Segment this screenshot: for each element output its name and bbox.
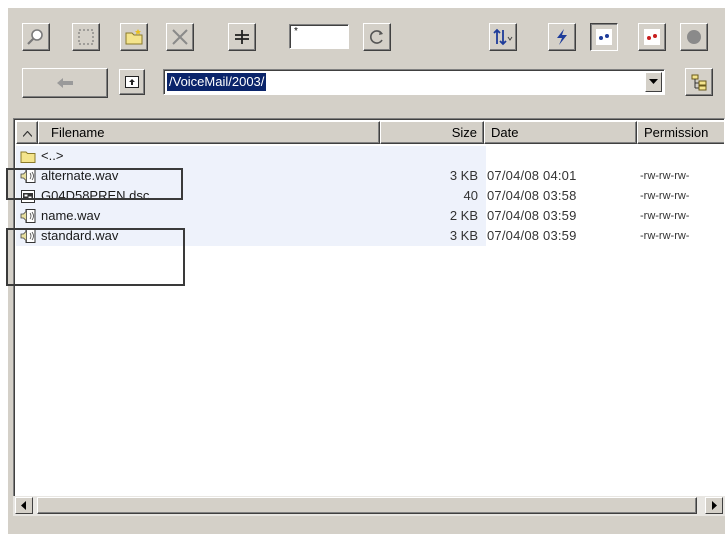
select-all-icon bbox=[78, 29, 94, 45]
column-header-permission[interactable]: Permission bbox=[637, 121, 724, 144]
parent-folder-button[interactable] bbox=[119, 69, 145, 95]
list-item[interactable]: <..> bbox=[16, 146, 722, 166]
wav-file-icon bbox=[20, 209, 36, 223]
new-folder-button[interactable] bbox=[120, 23, 148, 51]
list-item[interactable]: alternate.wav 3 KB 07/04/08 04:01 -rw-rw… bbox=[16, 166, 722, 186]
delete-icon bbox=[172, 29, 188, 45]
chevron-up-icon bbox=[22, 130, 32, 137]
filter-mask-input[interactable]: * bbox=[289, 24, 349, 49]
back-button[interactable] bbox=[22, 68, 108, 98]
refresh-icon bbox=[370, 30, 383, 44]
file-list[interactable]: Filename Size Date Permission <..> alter… bbox=[13, 118, 725, 516]
select-all-button[interactable] bbox=[72, 23, 100, 51]
parent-folder-icon bbox=[125, 76, 139, 88]
blue-dots-icon bbox=[596, 29, 612, 45]
stop-icon bbox=[687, 30, 701, 44]
path-dropdown-button[interactable] bbox=[645, 72, 662, 92]
horizontal-scrollbar[interactable] bbox=[13, 496, 725, 516]
red-dots-icon bbox=[644, 29, 660, 45]
blue-dots-button[interactable] bbox=[590, 23, 618, 51]
back-arrow-icon bbox=[57, 78, 73, 88]
scroll-right-button[interactable] bbox=[705, 497, 723, 514]
sort-button[interactable] bbox=[489, 23, 517, 51]
chevron-left-icon bbox=[21, 501, 26, 510]
refresh-button[interactable] bbox=[363, 23, 391, 51]
sort-indicator-button[interactable] bbox=[16, 121, 38, 144]
stop-button[interactable] bbox=[680, 23, 708, 51]
delete-button[interactable] bbox=[166, 23, 194, 51]
filter-button[interactable] bbox=[228, 23, 256, 51]
find-button[interactable] bbox=[22, 23, 50, 51]
folder-icon bbox=[20, 151, 36, 163]
list-item[interactable]: name.wav 2 KB 07/04/08 03:59 -rw-rw-rw- bbox=[16, 206, 722, 226]
red-dots-button[interactable] bbox=[638, 23, 666, 51]
sort-icon bbox=[493, 28, 513, 46]
lightning-button[interactable] bbox=[548, 23, 576, 51]
new-folder-icon bbox=[125, 29, 143, 45]
list-item[interactable]: standard.wav 3 KB 07/04/08 03:59 -rw-rw-… bbox=[16, 226, 722, 246]
tree-view-icon bbox=[691, 74, 707, 91]
file-list-header: Filename Size Date Permission bbox=[16, 121, 724, 144]
wav-file-icon bbox=[20, 229, 36, 243]
column-header-filename[interactable]: Filename bbox=[38, 121, 380, 144]
scroll-left-button[interactable] bbox=[15, 497, 33, 514]
dsc-file-icon bbox=[21, 190, 35, 203]
find-icon bbox=[27, 29, 43, 45]
wav-file-icon bbox=[20, 169, 36, 183]
column-header-size[interactable]: Size bbox=[380, 121, 484, 144]
scroll-thumb[interactable] bbox=[37, 497, 697, 514]
tree-view-button[interactable] bbox=[685, 68, 713, 96]
lightning-icon bbox=[557, 29, 567, 45]
filter-icon bbox=[235, 30, 249, 44]
path-text[interactable]: /VoiceMail/2003/ bbox=[167, 73, 267, 91]
chevron-right-icon bbox=[712, 501, 717, 510]
path-combobox[interactable]: /VoiceMail/2003/ bbox=[163, 69, 665, 95]
chevron-down-icon bbox=[649, 79, 658, 84]
column-header-date[interactable]: Date bbox=[484, 121, 637, 144]
list-item[interactable]: G04D58PREN.dsc 40 07/04/08 03:58 -rw-rw-… bbox=[16, 186, 722, 206]
